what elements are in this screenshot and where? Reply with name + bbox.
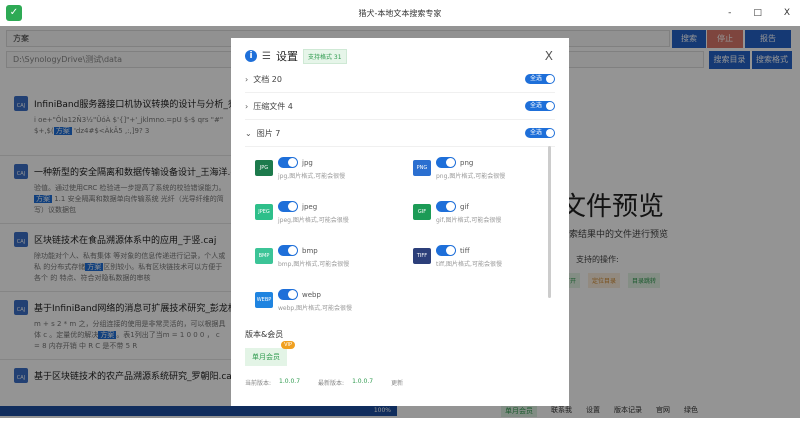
close-window-button[interactable]: X	[784, 8, 790, 18]
bmp-icon: BMP	[255, 248, 273, 264]
format-toggle[interactable]	[436, 157, 456, 168]
update-link[interactable]: 更新	[391, 378, 403, 387]
latest-version-label: 最新版本:	[318, 380, 345, 387]
format-item: WEBP webp webp,图片格式,可能会很慢	[255, 289, 413, 317]
version-section-title: 版本&会员	[245, 330, 284, 339]
category-row[interactable]: › 文档 20 全选	[245, 66, 555, 93]
format-toggle[interactable]	[436, 245, 456, 256]
chevron-right-icon[interactable]: ›	[245, 75, 248, 84]
latest-version: 1.0.0.7	[352, 378, 374, 385]
format-desc: jpeg,图片格式,可能会很慢	[278, 217, 349, 224]
category-row[interactable]: ⌄ 图片 7 全选	[245, 120, 555, 147]
minimize-button[interactable]: -	[728, 8, 731, 18]
category-row[interactable]: › 压缩文件 4 全选	[245, 93, 555, 120]
settings-dialog: i ☰ 设置 支持格式 31 X › 文档 20 全选 › 压缩文件 4 全选 ⌄ 图片 7 全…	[231, 38, 569, 406]
jpeg-icon: JPEG	[255, 204, 273, 220]
category-label: 文档 20	[253, 74, 282, 84]
title-bar: ✓ 猎犬-本地文本搜索专家 - □ X	[0, 0, 800, 26]
format-item: JPEG jpeg jpeg,图片格式,可能会很慢	[255, 201, 413, 229]
format-name: bmp	[302, 247, 318, 255]
format-grid: JPG jpg jpg,图片格式,可能会很慢 PNG png png,图片格式,可能会很慢…	[255, 157, 555, 317]
list-icon: ☰	[262, 50, 271, 62]
format-toggle[interactable]	[278, 289, 298, 300]
format-name: png	[460, 159, 474, 167]
chevron-down-icon[interactable]: ⌄	[245, 129, 252, 138]
format-scrollbar[interactable]	[548, 146, 551, 298]
category-label: 压缩文件 4	[253, 101, 293, 111]
vip-badge: VIP	[281, 341, 295, 349]
membership-button[interactable]: 单月会员 VIP	[245, 341, 295, 366]
format-toggle[interactable]	[278, 201, 298, 212]
dialog-title: 设置	[275, 50, 298, 63]
select-all-toggle[interactable]: 全选	[525, 74, 555, 84]
current-version-label: 当前版本:	[245, 380, 272, 387]
format-toggle[interactable]	[278, 245, 298, 256]
format-name: jpg	[302, 159, 313, 167]
membership-label: 单月会员	[252, 353, 280, 361]
format-count-badge: 支持格式 31	[302, 48, 347, 64]
format-desc: webp,图片格式,可能会很慢	[278, 305, 353, 312]
format-desc: png,图片格式,可能会很慢	[436, 173, 506, 180]
format-name: webp	[302, 291, 321, 299]
info-icon: i	[245, 50, 257, 62]
select-all-toggle[interactable]: 全选	[525, 128, 555, 138]
format-item: GIF gif gif,图片格式,可能会很慢	[413, 201, 553, 229]
close-dialog-button[interactable]: X	[545, 49, 553, 63]
format-name: gif	[460, 203, 469, 211]
window-title: 猎犬-本地文本搜索专家	[358, 8, 442, 18]
gif-icon: GIF	[413, 204, 431, 220]
format-item: JPG jpg jpg,图片格式,可能会很慢	[255, 157, 413, 185]
select-all-toggle[interactable]: 全选	[525, 101, 555, 111]
format-toggle[interactable]	[278, 157, 298, 168]
current-version: 1.0.0.7	[279, 378, 301, 385]
tiff-icon: TIFF	[413, 248, 431, 264]
format-name: tiff	[460, 247, 470, 255]
format-desc: jpg,图片格式,可能会很慢	[278, 173, 346, 180]
format-item: PNG png png,图片格式,可能会很慢	[413, 157, 553, 185]
png-icon: PNG	[413, 160, 431, 176]
webp-icon: WEBP	[255, 292, 273, 308]
format-desc: bmp,图片格式,可能会很慢	[278, 261, 350, 268]
format-item: BMP bmp bmp,图片格式,可能会很慢	[255, 245, 413, 273]
format-toggle[interactable]	[436, 201, 456, 212]
format-name: jpeg	[302, 203, 318, 211]
format-desc: gif,图片格式,可能会很慢	[436, 217, 502, 224]
format-desc: tiff,图片格式,可能会很慢	[436, 261, 502, 268]
chevron-right-icon[interactable]: ›	[245, 102, 248, 111]
maximize-button[interactable]: □	[753, 8, 762, 18]
format-item: TIFF tiff tiff,图片格式,可能会很慢	[413, 245, 553, 273]
jpg-icon: JPG	[255, 160, 273, 176]
category-label: 图片 7	[256, 128, 281, 138]
